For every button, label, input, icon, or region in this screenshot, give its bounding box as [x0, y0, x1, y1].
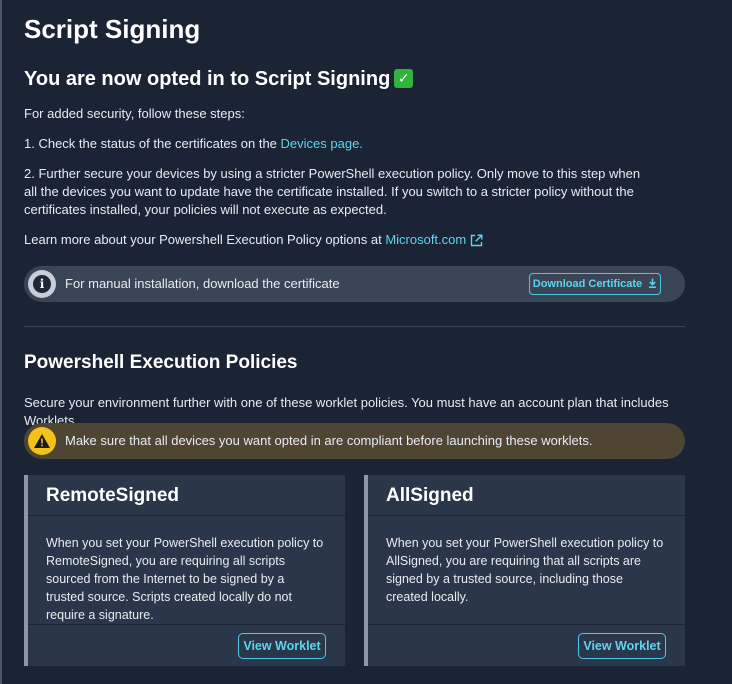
devices-page-link[interactable]: Devices page. [281, 136, 363, 151]
remotesigned-card: RemoteSigned When you set your PowerShel… [24, 475, 345, 666]
card-divider [28, 515, 345, 516]
optin-heading: You are now opted in to Script Signing ✓ [24, 68, 414, 91]
card-divider [368, 515, 685, 516]
step-one: 1. Check the status of the certificates … [24, 135, 664, 153]
microsoft-link[interactable]: Microsoft.com [385, 232, 466, 247]
certificate-banner: i For manual installation, download the … [24, 266, 685, 302]
card-title: AllSigned [386, 485, 474, 506]
download-certificate-label: Download Certificate [532, 278, 643, 290]
learn-more-text: Learn more about your Powershell Executi… [24, 232, 386, 247]
allsigned-card: AllSigned When you set your PowerShell e… [364, 475, 685, 666]
card-divider [368, 624, 685, 625]
warning-icon [28, 427, 56, 455]
compliance-warning-banner: Make sure that all devices you want opte… [24, 423, 685, 459]
card-divider [28, 624, 345, 625]
card-body: When you set your PowerShell execution p… [46, 536, 324, 622]
certificate-banner-text: For manual installation, download the ce… [65, 276, 340, 291]
card-title: RemoteSigned [46, 485, 180, 506]
left-border [0, 0, 2, 684]
intro-text: For added security, follow these steps: [24, 106, 245, 121]
section-divider [24, 326, 685, 327]
card-body: When you set your PowerShell execution p… [386, 536, 664, 604]
external-link-icon[interactable] [470, 234, 483, 252]
download-icon [645, 278, 657, 290]
page-title: Script Signing [24, 14, 201, 44]
view-worklet-button-remotesigned[interactable]: View Worklet [238, 633, 326, 659]
learn-more: Learn more about your Powershell Executi… [24, 231, 664, 252]
info-icon: i [28, 270, 56, 298]
download-certificate-button[interactable]: Download Certificate [529, 273, 661, 295]
policies-heading: Powershell Execution Policies [24, 352, 298, 373]
view-worklet-button-allsigned[interactable]: View Worklet [578, 633, 666, 659]
optin-heading-text: You are now opted in to Script Signing [24, 68, 391, 90]
step-one-text: 1. Check the status of the certificates … [24, 136, 281, 151]
compliance-warning-text: Make sure that all devices you want opte… [65, 433, 593, 448]
step-two-text: 2. Further secure your devices by using … [24, 166, 641, 217]
info-icon-glyph: i [33, 275, 51, 293]
check-mark-icon: ✓ [394, 69, 414, 88]
